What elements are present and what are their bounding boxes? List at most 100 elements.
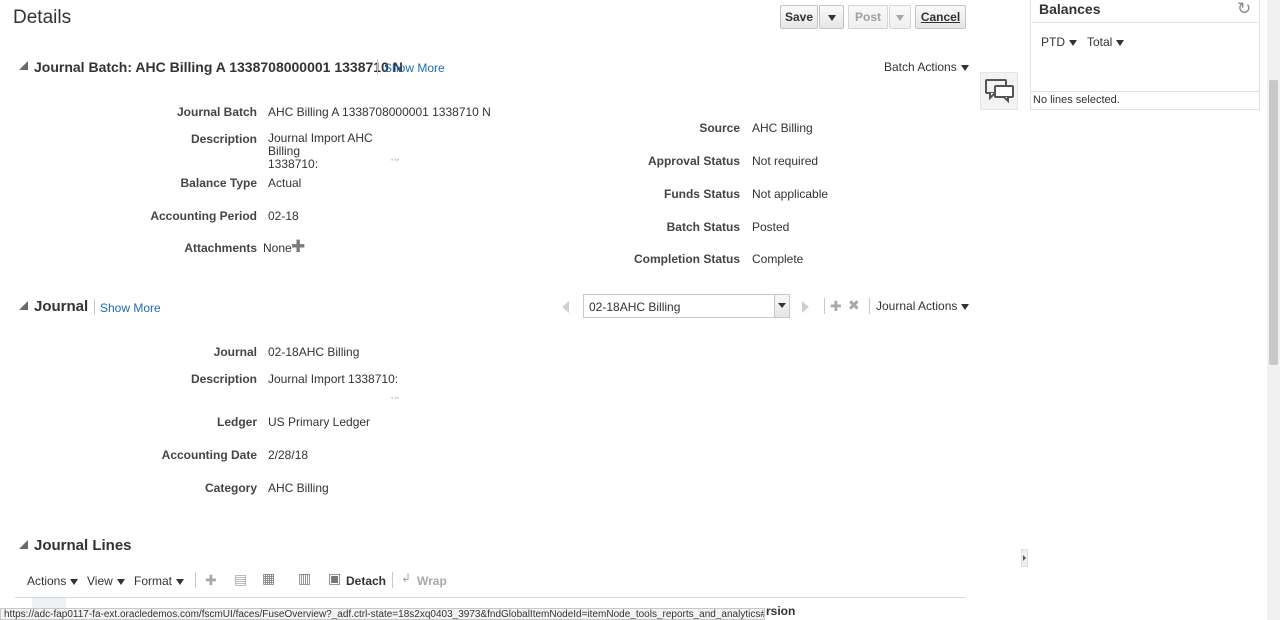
expand-panel-icon <box>1023 555 1026 561</box>
cancel-label: Cancel <box>920 10 961 24</box>
actions-menu-label: Actions <box>27 574 67 588</box>
batch-description-textarea[interactable]: Journal Import AHC Billing 1338710: <box>268 132 408 171</box>
wrap-button[interactable]: Wrap <box>417 574 447 588</box>
total-label: Total <box>1087 35 1113 49</box>
field-label-source: Source <box>699 121 740 135</box>
post-button[interactable]: Post <box>848 5 888 29</box>
chevron-down-icon <box>961 303 970 310</box>
chevron-down-icon <box>70 578 79 585</box>
field-label-category: Category <box>204 481 257 495</box>
total-menu[interactable]: Total <box>1087 35 1125 49</box>
browser-status-bar: https://adc-fap0117-fa-ext.oracledemos.c… <box>0 608 765 620</box>
chevron-down-icon <box>896 15 904 21</box>
journal-title: Journal <box>34 298 89 315</box>
journal-show-more-link[interactable]: Show More <box>100 301 161 315</box>
add-attachment-icon[interactable]: ✚ <box>291 237 305 257</box>
view-menu-label: View <box>87 574 113 588</box>
batch-actions-label: Batch Actions <box>884 60 957 74</box>
field-value-accounting-period: 02-18 <box>268 209 299 223</box>
chevron-down-icon <box>1069 39 1077 46</box>
chevron-down-icon <box>778 303 786 308</box>
freeze-icon[interactable]: ▥ <box>298 570 311 587</box>
actions-menu[interactable]: Actions <box>27 574 79 588</box>
refresh-icon[interactable]: ↻ <box>1237 0 1251 19</box>
field-label-approval-status: Approval Status <box>647 154 740 168</box>
divider <box>869 298 870 314</box>
resize-handle-icon[interactable]: ⠠⠤ <box>388 154 400 163</box>
journal-description-textarea[interactable]: Journal Import 1338710: <box>268 372 408 386</box>
field-value-attachments: None <box>263 241 292 255</box>
previous-journal-icon[interactable] <box>562 301 569 313</box>
column-header-version: rsion <box>766 604 796 618</box>
field-label-description: Description <box>190 132 257 146</box>
ptd-menu[interactable]: PTD <box>1041 35 1077 49</box>
batch-show-more-link[interactable]: Show More <box>384 61 445 75</box>
next-journal-icon[interactable] <box>802 301 809 313</box>
field-value-ledger: US Primary Ledger <box>268 415 371 429</box>
no-lines-text: No lines selected. <box>1033 94 1120 106</box>
table-header-border <box>15 597 965 598</box>
divider <box>195 572 196 588</box>
chevron-down-icon <box>116 578 125 585</box>
journal-actions-menu[interactable]: Journal Actions <box>876 299 970 313</box>
resize-handle-icon[interactable]: ⠠⠤ <box>388 392 400 401</box>
save-menu-button[interactable] <box>819 5 844 29</box>
add-journal-icon[interactable]: ✚ <box>830 298 842 315</box>
post-label: Post <box>854 10 881 24</box>
detach-button[interactable]: Detach <box>346 574 386 588</box>
field-label-journal: Journal <box>213 345 257 359</box>
funds-status-link[interactable]: Not applicable <box>752 187 828 201</box>
dropdown-button[interactable] <box>774 295 789 317</box>
field-value-balance-type: Actual <box>268 176 302 190</box>
field-label-funds-status: Funds Status <box>663 187 740 201</box>
collapse-icon[interactable] <box>19 61 28 70</box>
detach-icon[interactable]: ▣ <box>328 570 341 587</box>
chevron-down-icon <box>827 15 836 21</box>
page-scrollbar[interactable] <box>1267 0 1280 620</box>
field-label-ledger: Ledger <box>216 415 257 429</box>
field-label-accounting-period: Accounting Period <box>150 209 257 223</box>
balances-panel: Balances ↻ PTD Total No lines selected. <box>1030 0 1260 110</box>
scrollbar-thumb[interactable] <box>1269 80 1278 365</box>
journal-select[interactable]: 02-18AHC Billing <box>583 294 790 318</box>
field-value-accounting-date: 2/28/18 <box>268 448 309 462</box>
collaboration-button[interactable] <box>980 72 1018 110</box>
divider <box>1031 91 1259 92</box>
page-title: Details <box>13 7 72 28</box>
collapse-icon[interactable] <box>19 301 28 310</box>
add-row-icon[interactable]: ✚ <box>205 572 217 589</box>
cancel-button[interactable]: Cancel <box>915 5 966 29</box>
field-label-accounting-date: Accounting Date <box>161 448 257 462</box>
post-menu-button[interactable] <box>889 5 911 29</box>
divider <box>1032 22 1258 23</box>
chat-bubbles-icon <box>985 79 1014 104</box>
divider <box>392 572 393 588</box>
field-label-completion-status: Completion Status <box>633 252 740 266</box>
field-label-journal-description: Description <box>190 372 257 386</box>
wrap-icon[interactable]: ↲ <box>401 571 411 585</box>
chevron-down-icon <box>960 64 969 71</box>
field-value-journal: 02-18AHC Billing <box>268 345 360 359</box>
field-label-batch-status: Batch Status <box>666 220 740 234</box>
field-label-journal-batch: Journal Batch <box>176 105 257 119</box>
journal-lines-title: Journal Lines <box>34 537 132 554</box>
divider <box>824 298 825 314</box>
field-label-balance-type: Balance Type <box>180 176 257 190</box>
field-label-attachments: Attachments <box>184 241 257 255</box>
journal-actions-label: Journal Actions <box>876 299 958 313</box>
format-menu[interactable]: Format <box>134 574 185 588</box>
query-by-example-icon[interactable]: ▦ <box>262 570 275 587</box>
duplicate-row-icon[interactable]: ▤ <box>234 571 247 588</box>
balances-title: Balances <box>1039 1 1101 17</box>
delete-journal-icon[interactable]: ✖ <box>848 297 860 314</box>
panel-splitter[interactable] <box>1021 549 1028 567</box>
batch-actions-menu[interactable]: Batch Actions <box>884 60 969 74</box>
save-button[interactable]: Save <box>780 5 818 29</box>
field-value-batch-status: Posted <box>752 220 790 234</box>
save-label: Save <box>784 10 814 24</box>
journal-batch-title: Journal Batch: AHC Billing A 13387080000… <box>34 59 403 75</box>
table-header-cell <box>32 598 66 608</box>
collapse-icon[interactable] <box>19 540 28 549</box>
journal-select-value: 02-18AHC Billing <box>589 300 681 314</box>
view-menu[interactable]: View <box>87 574 125 588</box>
